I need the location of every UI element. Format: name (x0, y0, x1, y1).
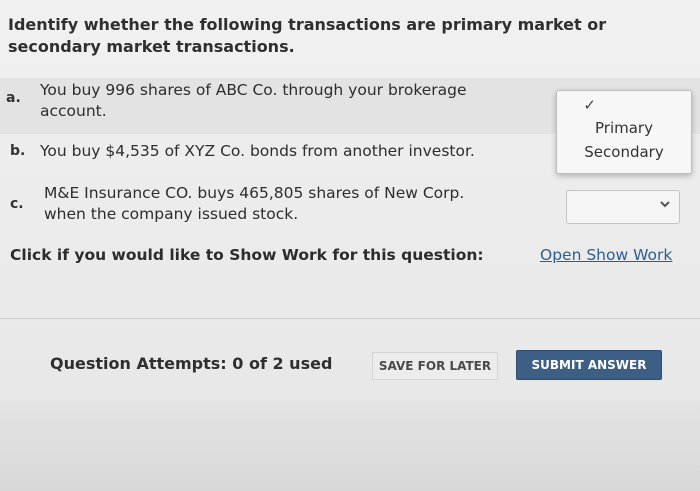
show-work-prompt: Click if you would like to Show Work for… (10, 246, 484, 264)
item-b-text: You buy $4,535 of XYZ Co. bonds from ano… (40, 142, 475, 160)
open-show-work-link[interactable]: Open Show Work (540, 246, 672, 264)
item-a-line1: You buy 996 shares of ABC Co. through yo… (40, 81, 467, 99)
bottom-area (0, 400, 700, 491)
item-c-line1: M&E Insurance CO. buys 465,805 shares of… (44, 184, 465, 202)
check-icon: ✓ (583, 96, 596, 114)
item-a-dropdown[interactable]: Primary Secondary (556, 90, 692, 174)
item-a-letter: a. (6, 90, 21, 106)
item-b-letter: b. (10, 143, 26, 159)
item-c-select[interactable] (566, 190, 680, 224)
item-c-text: M&E Insurance CO. buys 465,805 shares of… (44, 183, 464, 225)
chevron-down-icon (659, 198, 671, 214)
question-attempts: Question Attempts: 0 of 2 used (50, 354, 333, 373)
item-a-text: You buy 996 shares of ABC Co. through yo… (40, 80, 467, 122)
section-divider (0, 318, 700, 319)
submit-answer-button[interactable]: SUBMIT ANSWER (516, 350, 662, 380)
save-for-later-button[interactable]: SAVE FOR LATER (372, 352, 498, 380)
page: Identify whether the following transacti… (0, 0, 700, 491)
dropdown-option-secondary[interactable]: Secondary (557, 143, 691, 161)
question-text: Identify whether the following transacti… (8, 15, 607, 56)
item-c-line2: when the company issued stock. (44, 205, 299, 223)
item-a-line2: account. (40, 102, 107, 120)
item-c-letter: c. (10, 196, 24, 212)
dropdown-option-primary[interactable]: Primary (557, 119, 691, 137)
